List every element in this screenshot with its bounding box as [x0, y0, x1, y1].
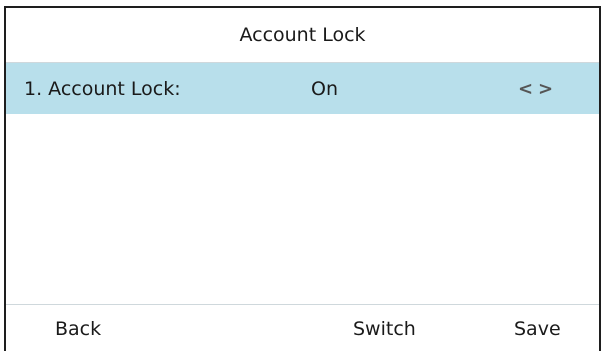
chevron-right-icon[interactable]: > — [538, 78, 553, 99]
value-switcher: < > — [518, 78, 553, 99]
chevron-left-icon[interactable]: < — [518, 78, 533, 99]
setting-label: 1. Account Lock: — [24, 77, 181, 100]
content-area — [6, 114, 599, 304]
setting-row-account-lock[interactable]: 1. Account Lock: On < > — [6, 63, 599, 114]
page-title: Account Lock — [6, 8, 599, 63]
back-button[interactable]: Back — [55, 318, 101, 340]
page-title-text: Account Lock — [239, 24, 366, 46]
setting-value[interactable]: On — [311, 78, 338, 100]
phone-screen: Account Lock 1. Account Lock: On < > Bac… — [4, 6, 601, 352]
softkey-bar: Back Switch Save — [6, 304, 599, 352]
save-button[interactable]: Save — [514, 318, 561, 340]
switch-button[interactable]: Switch — [353, 318, 416, 340]
